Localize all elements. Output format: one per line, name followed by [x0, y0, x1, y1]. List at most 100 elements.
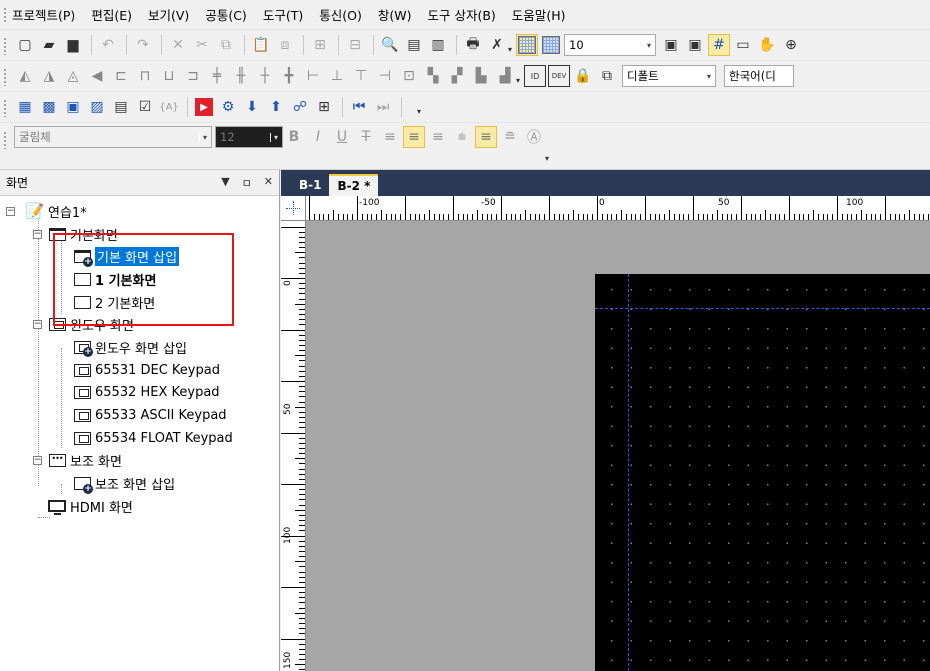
- id-icon[interactable]: ID: [524, 65, 547, 87]
- menu-project[interactable]: 프로젝트(P): [12, 5, 75, 24]
- redo-icon[interactable]: ↷: [132, 34, 154, 56]
- valign-top-icon[interactable]: ⩧: [451, 126, 473, 148]
- tree-node-project[interactable]: − 📝 연습1*: [0, 200, 279, 223]
- lock-icon[interactable]: 🔒: [572, 65, 594, 87]
- tab-b-1[interactable]: B-1: [291, 174, 329, 196]
- tools-icon[interactable]: ✗: [486, 34, 508, 56]
- collapse-icon[interactable]: −: [33, 320, 42, 330]
- toolbar-overflow-icon[interactable]: ▾: [508, 45, 512, 60]
- tree-node-window-item[interactable]: 65534 FLOAT Keypad: [0, 427, 279, 450]
- menu-common[interactable]: 공통(C): [205, 5, 247, 24]
- cut-icon[interactable]: ✂: [191, 34, 213, 56]
- zoom-in-icon[interactable]: ⊕: [780, 34, 802, 56]
- style-combo[interactable]: 디폴트 ▾: [622, 65, 717, 87]
- menu-help[interactable]: 도움말(H): [512, 5, 566, 24]
- ruler-icon[interactable]: ▭: [732, 34, 754, 56]
- upload-icon[interactable]: ⬆: [265, 96, 287, 118]
- toolbar-grip[interactable]: [3, 99, 7, 117]
- hand-pan-icon[interactable]: ✋: [756, 34, 778, 56]
- align-left-shape-icon[interactable]: ◭: [14, 65, 36, 87]
- property-icon[interactable]: ▤: [403, 34, 425, 56]
- close-icon[interactable]: ✕: [264, 175, 273, 191]
- screen-preview-icon[interactable]: ▣: [62, 96, 84, 118]
- tree-node-window-group[interactable]: − 윈도우 화면: [0, 313, 279, 336]
- grid-settings-icon[interactable]: [540, 34, 562, 56]
- run-simulator-icon[interactable]: ▶: [193, 96, 215, 118]
- order-backward-icon[interactable]: ▟: [494, 65, 516, 87]
- valign-middle-icon[interactable]: ≡: [475, 126, 497, 148]
- bold-icon[interactable]: B: [283, 126, 305, 148]
- italic-icon[interactable]: I: [307, 126, 329, 148]
- align-bottom-icon[interactable]: ⊔: [158, 65, 180, 87]
- menu-edit[interactable]: 편집(E): [91, 5, 132, 24]
- menu-tools[interactable]: 도구(T): [263, 5, 303, 24]
- menu-toolbox[interactable]: 도구 상자(B): [427, 5, 495, 24]
- screen-check-icon[interactable]: ▨: [86, 96, 108, 118]
- tree-node-basic-group[interactable]: − 기본화면: [0, 223, 279, 246]
- checklist-icon[interactable]: ☑: [134, 96, 156, 118]
- property2-icon[interactable]: ▥: [427, 34, 449, 56]
- connect-icon[interactable]: ☍: [289, 96, 311, 118]
- toolbar-overflow-icon[interactable]: ▾: [516, 76, 520, 91]
- menu-grip[interactable]: [3, 7, 7, 23]
- paste-special-icon[interactable]: ⧈: [274, 34, 296, 56]
- align-text-right-icon[interactable]: ≡: [427, 126, 449, 148]
- pin-icon[interactable]: ㅁ: [242, 175, 252, 191]
- tree-node-window-item[interactable]: 65533 ASCII Keypad: [0, 404, 279, 427]
- toolbar-grip[interactable]: [3, 68, 7, 86]
- new-file-icon[interactable]: ▢: [14, 34, 36, 56]
- align-right-icon[interactable]: ⊐: [182, 65, 204, 87]
- menu-window[interactable]: 창(W): [378, 5, 412, 24]
- distribute-h-icon[interactable]: ┼: [254, 65, 276, 87]
- spacing-icon[interactable]: ⊣: [374, 65, 396, 87]
- last-page-icon[interactable]: ⏭: [372, 96, 394, 118]
- paste-icon[interactable]: 📋: [250, 34, 272, 56]
- language-combo[interactable]: 한국어(디: [724, 65, 795, 87]
- toolbar-overflow-icon[interactable]: ▾: [545, 154, 549, 169]
- align-view-icon[interactable]: ▣: [660, 34, 682, 56]
- center-v-icon[interactable]: ╫: [230, 65, 252, 87]
- align-view2-icon[interactable]: ▣: [684, 34, 706, 56]
- align-text-left-icon[interactable]: ≡: [379, 126, 401, 148]
- tree-node-basic-1[interactable]: 1 기본화면: [0, 268, 279, 291]
- grid-lines-icon[interactable]: #: [708, 34, 731, 56]
- tree-node-aux-group[interactable]: − ••• 보조 화면: [0, 450, 279, 473]
- tree-node-basic-insert[interactable]: + 기본 화면 삽입: [0, 245, 279, 268]
- toolbar-grip[interactable]: [3, 131, 7, 149]
- distribute-v-icon[interactable]: ╋: [278, 65, 300, 87]
- same-height-icon[interactable]: ⊥: [326, 65, 348, 87]
- ungroup-icon[interactable]: ⊟: [344, 34, 366, 56]
- first-page-icon[interactable]: ⏮: [348, 96, 370, 118]
- center-h-icon[interactable]: ╪: [206, 65, 228, 87]
- order-forward-icon[interactable]: ▙: [470, 65, 492, 87]
- object-list-icon[interactable]: ▦: [14, 96, 36, 118]
- align-text-center-icon[interactable]: ≡: [403, 126, 425, 148]
- open-folder-icon[interactable]: ▰: [38, 34, 60, 56]
- underline-icon[interactable]: U: [331, 126, 353, 148]
- valign-bottom-icon[interactable]: ≘: [499, 126, 521, 148]
- tree-node-window-item[interactable]: 65532 HEX Keypad: [0, 382, 279, 405]
- arrow-left-icon[interactable]: ◀: [86, 65, 108, 87]
- menu-view[interactable]: 보기(V): [148, 5, 189, 24]
- print-icon[interactable]: 🖶: [462, 34, 484, 56]
- tree-node-aux-insert[interactable]: + 보조 화면 삽입: [0, 472, 279, 495]
- zoom-combo[interactable]: 10 ▾: [564, 34, 657, 56]
- strikethrough-icon[interactable]: T: [355, 126, 377, 148]
- layer-icon[interactable]: ⧉: [596, 65, 618, 87]
- align-center-shape-icon[interactable]: ◮: [38, 65, 60, 87]
- tree-node-window-insert[interactable]: + 윈도우 화면 삽입: [0, 336, 279, 359]
- save-icon[interactable]: ▆: [62, 34, 84, 56]
- tab-b-2[interactable]: B-2 *: [329, 174, 379, 196]
- document-icon[interactable]: ▤: [110, 96, 132, 118]
- tree-node-window-item[interactable]: 65531 DEC Keypad: [0, 359, 279, 382]
- collapse-icon[interactable]: −: [33, 456, 42, 466]
- toolbar-overflow-icon[interactable]: ▾: [417, 107, 421, 122]
- collapse-icon[interactable]: −: [6, 206, 15, 216]
- align-left-icon[interactable]: ⊏: [110, 65, 132, 87]
- menu-communication[interactable]: 통신(O): [319, 5, 362, 24]
- align-right-shape-icon[interactable]: ◬: [62, 65, 84, 87]
- font-color-icon[interactable]: Ⓐ: [523, 126, 545, 148]
- align-top-icon[interactable]: ⊓: [134, 65, 156, 87]
- undo-icon[interactable]: ↶: [97, 34, 119, 56]
- font-family-combo[interactable]: 굴림체 ▾: [14, 126, 212, 148]
